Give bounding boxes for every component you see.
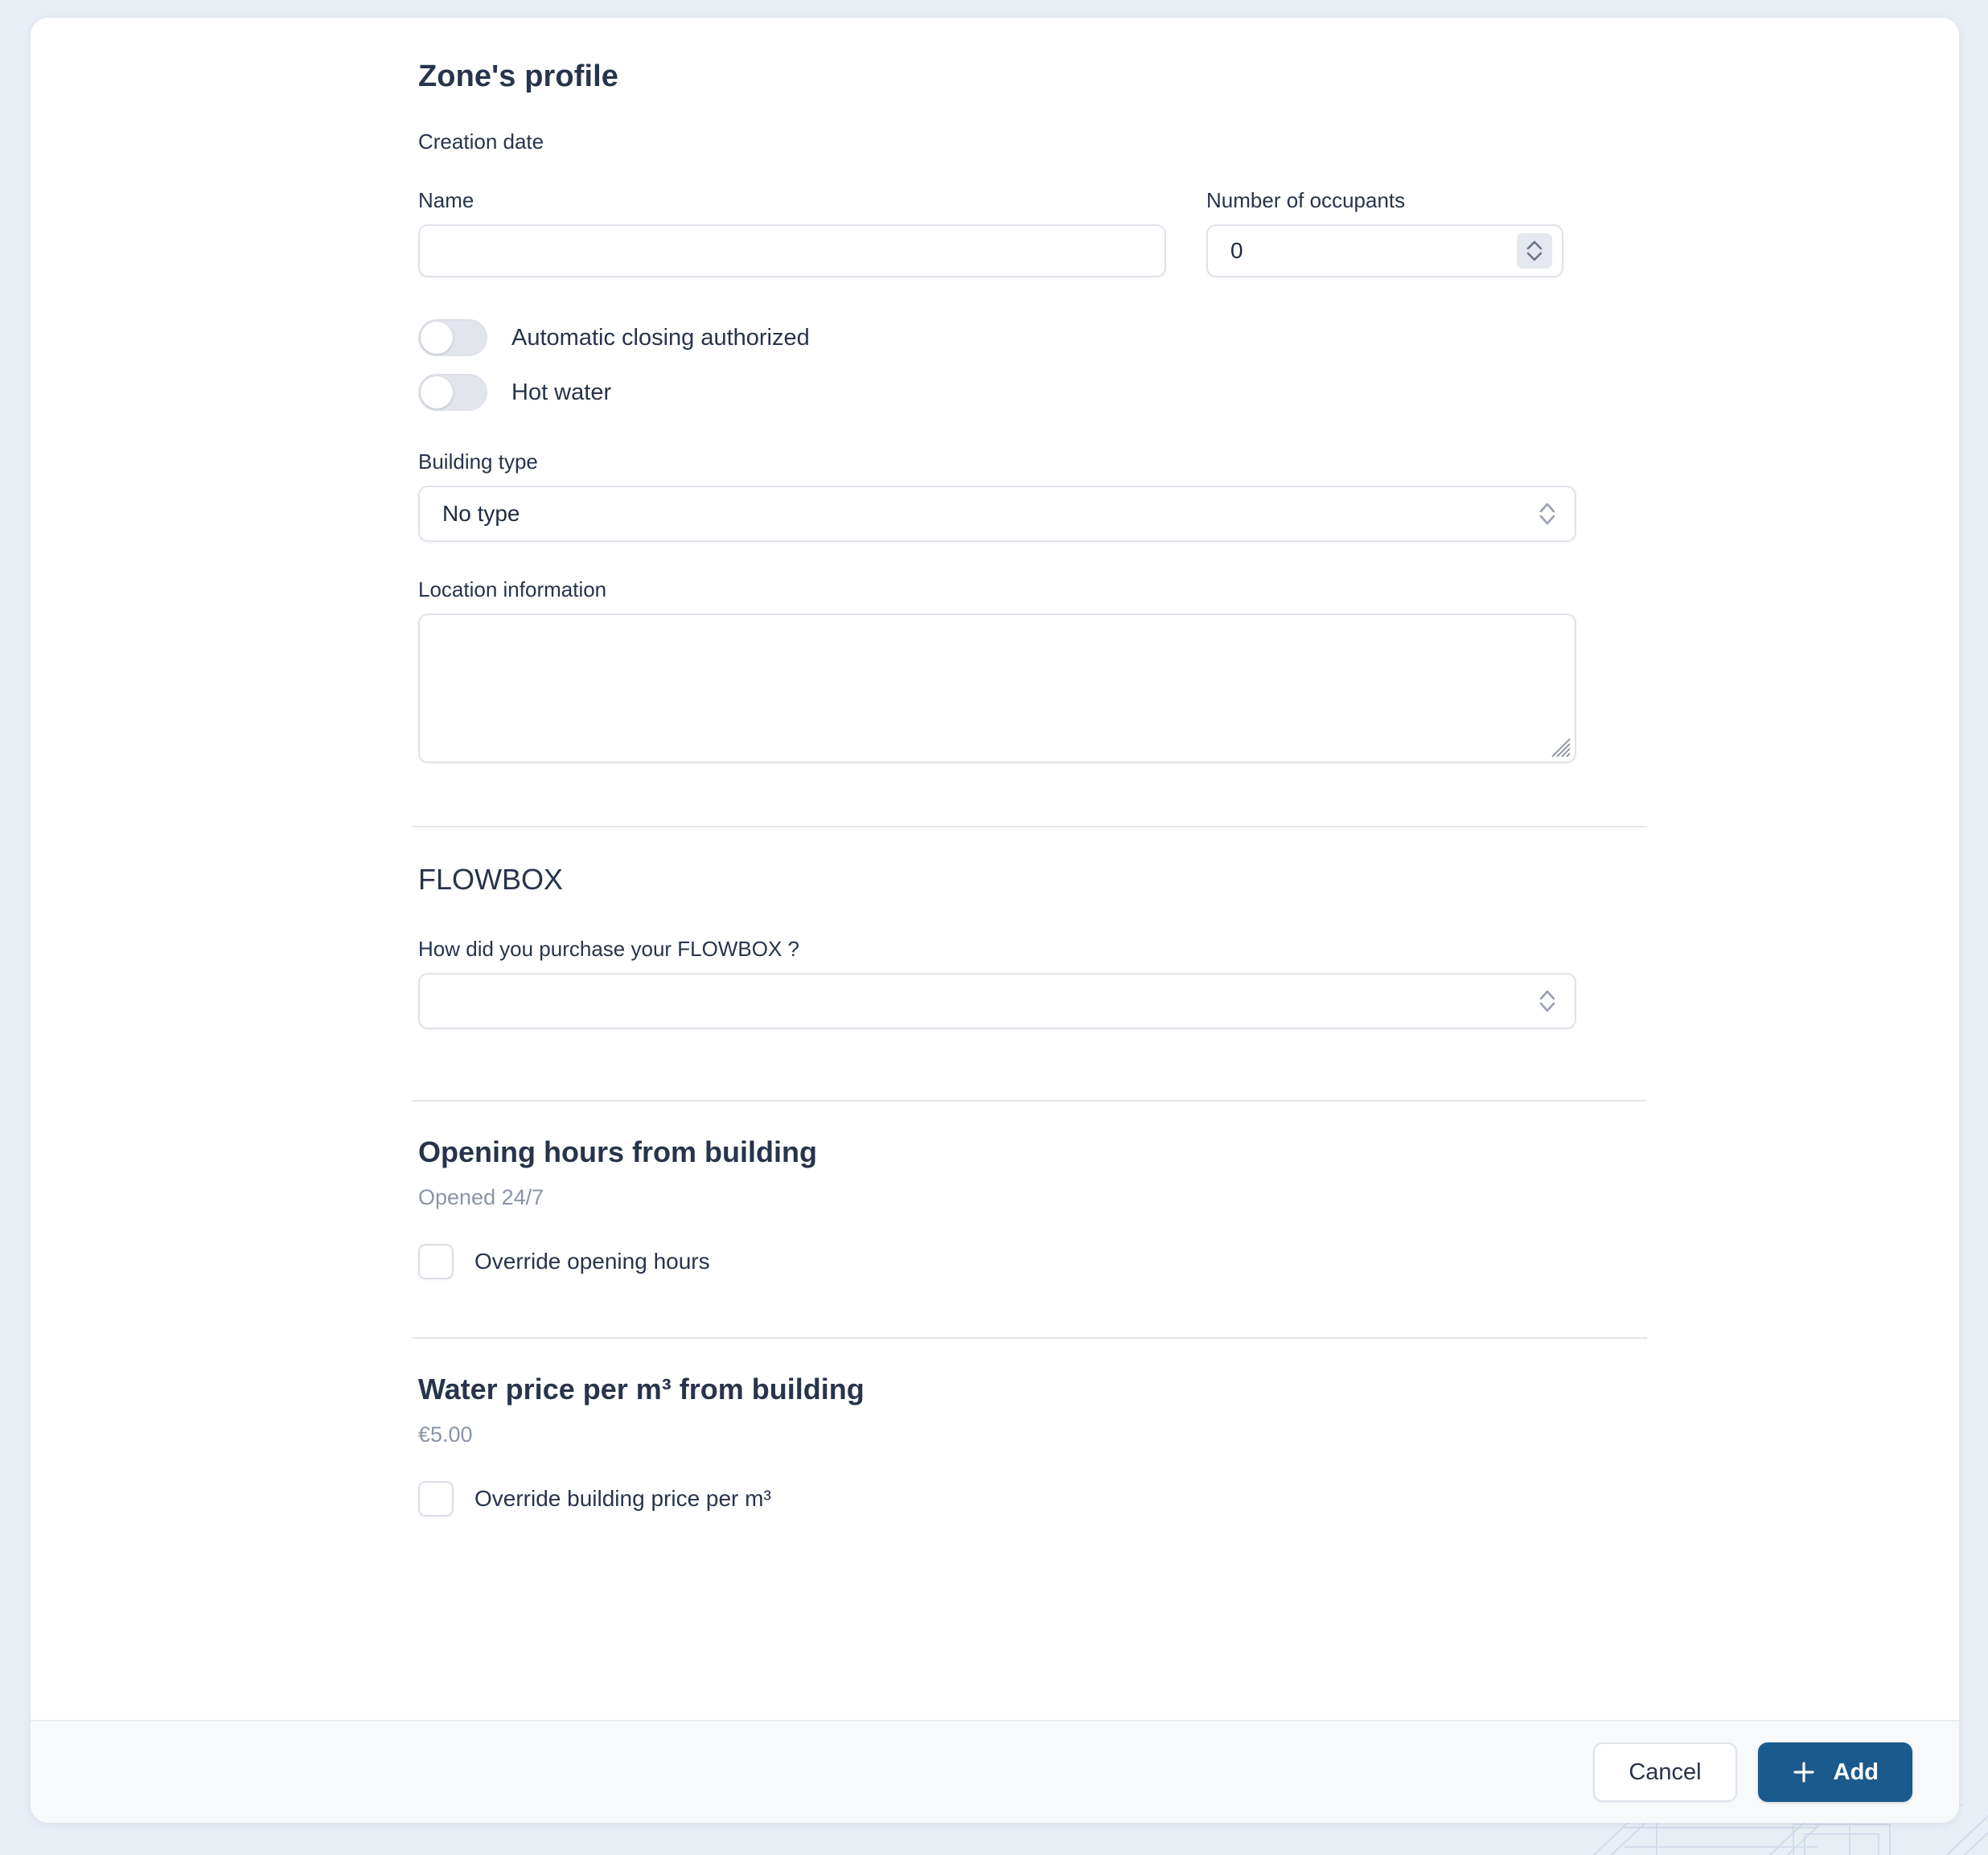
name-occupants-row: Name Number of occupants [418,188,1927,277]
opening-hours-title: Opening hours from building [418,1135,817,1168]
occupants-input[interactable] [1206,224,1563,277]
flowbox-purchase-value[interactable] [418,973,1576,1029]
override-water-price-checkbox[interactable] [418,1481,454,1516]
dialog-body: Zone's profile Creation date Name Number… [31,18,1959,1720]
chevron-up-down-icon[interactable] [1536,984,1559,1018]
creation-date-label: Creation date [418,129,544,154]
building-type-group: Building type No type [418,449,1927,542]
occupants-stepper [1206,224,1563,277]
building-type-value[interactable]: No type [418,486,1576,542]
occupants-field-group: Number of occupants [1206,188,1563,277]
toggle-switch-knob [421,376,453,408]
toggle-hot-water[interactable]: Hot water [418,374,1927,411]
flowbox-title: FLOWBOX [418,863,564,896]
occupants-label: Number of occupants [1206,188,1406,212]
toggle-switch-track[interactable] [418,319,487,356]
add-button-label: Add [1833,1759,1879,1785]
location-information-textarea[interactable] [418,614,1576,763]
name-label: Name [418,188,474,212]
flowbox-purchase-group: How did you purchase your FLOWBOX ? [418,937,1927,1029]
page-title: Zone's profile [418,60,619,93]
water-price-title: Water price per m³ from building [418,1373,865,1406]
opening-hours-section: Opening hours from building Opened 24/7 … [31,1102,1959,1279]
flowbox-purchase-select[interactable] [418,973,1576,1029]
chevron-up-down-icon[interactable] [1536,497,1559,531]
override-opening-hours-row[interactable]: Override opening hours [418,1244,1927,1279]
override-water-price-label: Override building price per m³ [474,1486,771,1511]
building-type-label: Building type [418,449,538,474]
name-field-group: Name [418,188,1166,277]
location-information-label: Location information [418,577,607,601]
flowbox-purchase-label: How did you purchase your FLOWBOX ? [418,937,799,961]
chevron-up-down-icon[interactable] [1517,233,1552,269]
name-input[interactable] [418,224,1166,277]
location-information-group: Location information [418,577,1927,763]
flowbox-section: FLOWBOX How did you purchase your FLOWBO… [31,827,1959,1029]
toggle-hot-water-label: Hot water [511,379,612,405]
water-price-value: €5.00 [418,1422,473,1447]
opening-hours-value: Opened 24/7 [418,1185,544,1209]
dialog-footer: Cancel Add [31,1720,1959,1823]
override-opening-hours-checkbox[interactable] [418,1244,454,1279]
toggle-automatic-closing[interactable]: Automatic closing authorized [418,319,1927,356]
profile-section: Zone's profile Creation date Name Number… [31,18,1959,763]
toggle-automatic-closing-label: Automatic closing authorized [511,324,810,351]
building-type-select[interactable]: No type [418,486,1576,542]
cancel-button[interactable]: Cancel [1593,1742,1737,1802]
override-water-price-row[interactable]: Override building price per m³ [418,1481,1927,1516]
toggle-switch-track[interactable] [418,374,487,411]
location-information-wrap [418,614,1576,763]
toggle-switch-knob [421,322,453,354]
override-opening-hours-label: Override opening hours [474,1249,710,1274]
zone-profile-dialog: Zone's profile Creation date Name Number… [31,18,1959,1823]
add-button[interactable]: Add [1757,1742,1912,1802]
plus-icon [1792,1760,1816,1784]
water-price-section: Water price per m³ from building €5.00 O… [31,1339,1959,1516]
